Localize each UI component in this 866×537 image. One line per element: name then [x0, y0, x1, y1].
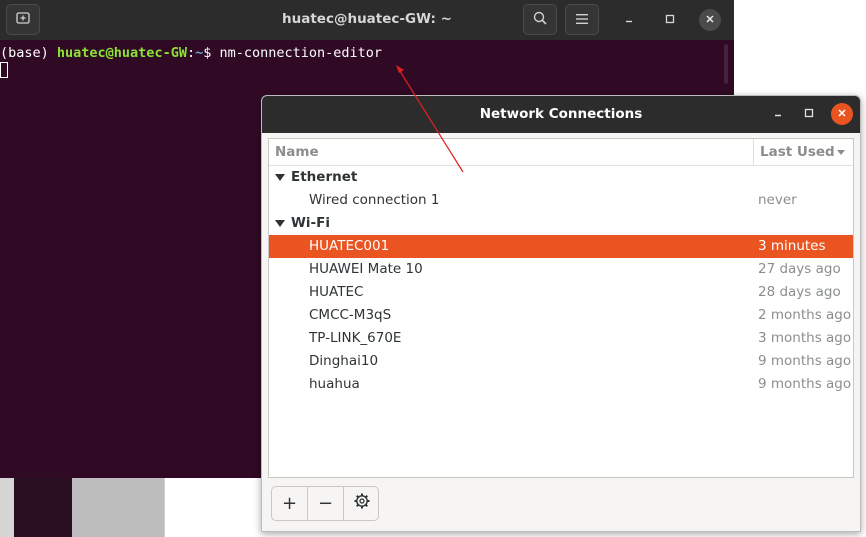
group-label: Wi-Fi — [291, 215, 330, 231]
prompt-symbol: $ — [203, 45, 220, 61]
list-item[interactable]: HUATEC 28 days ago — [269, 281, 853, 304]
background-strip — [14, 478, 72, 537]
minus-icon: − — [317, 493, 334, 514]
expander-open-icon[interactable] — [275, 174, 285, 181]
connection-name: CMCC-M3qS — [309, 307, 392, 323]
background-strip — [0, 478, 14, 537]
menu-button[interactable] — [565, 4, 599, 35]
prompt-env: (base) — [0, 45, 57, 61]
terminal-maximize-button[interactable] — [659, 9, 681, 31]
connections-list[interactable]: Name Last Used Ethernet Wired connection… — [268, 138, 854, 478]
connection-last-used: never — [758, 192, 797, 208]
connection-name: HUATEC001 — [309, 238, 390, 254]
prompt-separator: : — [186, 45, 196, 61]
maximize-icon — [804, 107, 814, 121]
edit-connection-button[interactable] — [344, 487, 378, 520]
sort-descending-icon — [837, 150, 845, 155]
connection-name: Dinghai10 — [309, 353, 379, 369]
plus-icon: + — [281, 493, 298, 514]
connections-toolbar: + − — [271, 486, 379, 521]
list-item[interactable]: Dinghai10 9 months ago — [269, 350, 853, 373]
terminal-minimize-button[interactable] — [618, 9, 640, 31]
close-icon — [837, 107, 847, 121]
search-button[interactable] — [523, 4, 557, 35]
background-strip — [72, 478, 164, 537]
terminal-titlebar[interactable]: huatec@huatec-GW: ~ — [0, 0, 734, 40]
remove-connection-button[interactable]: − — [308, 487, 343, 520]
dialog-maximize-button[interactable] — [798, 103, 820, 125]
connection-last-used: 28 days ago — [758, 284, 841, 300]
prompt-path: ~ — [195, 45, 204, 61]
list-header: Name Last Used — [269, 139, 853, 166]
group-row-wifi[interactable]: Wi-Fi — [269, 212, 853, 235]
terminal-close-button[interactable] — [699, 9, 721, 31]
column-header-name[interactable]: Name — [275, 144, 319, 160]
connection-name: HUATEC — [309, 284, 364, 300]
search-icon — [532, 10, 548, 30]
column-header-last-used[interactable]: Last Used — [760, 144, 835, 160]
connection-last-used: 9 months ago — [758, 353, 852, 369]
gear-icon — [353, 492, 371, 515]
connection-name: TP-LINK_670E — [309, 330, 402, 346]
background-divider — [164, 478, 165, 537]
dialog-minimize-button[interactable] — [767, 103, 789, 125]
column-separator — [753, 139, 754, 165]
expander-open-icon[interactable] — [275, 220, 285, 227]
hamburger-menu-icon — [575, 10, 589, 29]
terminal-scrollbar[interactable] — [724, 44, 728, 84]
dialog-close-button[interactable] — [831, 103, 853, 125]
connection-name: Wired connection 1 — [309, 192, 440, 208]
list-item[interactable]: Wired connection 1 never — [269, 189, 853, 212]
connection-last-used: 9 months ago — [758, 376, 852, 392]
connection-last-used: 2 months ago — [758, 307, 852, 323]
dialog-titlebar[interactable]: Network Connections — [262, 96, 860, 133]
maximize-icon — [665, 13, 675, 27]
prompt-user: huatec@huatec-GW — [56, 45, 187, 61]
connection-last-used: 3 months ago — [758, 330, 852, 346]
list-item[interactable]: huahua 9 months ago — [269, 373, 853, 396]
minimize-icon — [624, 13, 634, 27]
connection-last-used: 27 days ago — [758, 261, 841, 277]
network-connections-dialog[interactable]: Network Connections Name Last Used Ether… — [261, 95, 861, 532]
group-label: Ethernet — [291, 169, 358, 185]
add-connection-button[interactable]: + — [272, 487, 307, 520]
list-item[interactable]: CMCC-M3qS 2 months ago — [269, 304, 853, 327]
close-icon — [705, 13, 715, 27]
terminal-cursor — [0, 62, 8, 78]
connection-name: huahua — [309, 376, 360, 392]
list-item[interactable]: HUAWEI Mate 10 27 days ago — [269, 258, 853, 281]
minimize-icon — [773, 107, 783, 121]
terminal-command: nm-connection-editor — [219, 45, 383, 61]
list-item-selected[interactable]: HUATEC001 3 minutes ago — [269, 235, 853, 270]
terminal-output[interactable]: (base) huatec@huatec-GW:~$ nm-connection… — [0, 44, 382, 80]
list-item[interactable]: TP-LINK_670E 3 months ago — [269, 327, 853, 350]
connection-name: HUAWEI Mate 10 — [309, 261, 423, 277]
group-row-ethernet[interactable]: Ethernet — [269, 166, 853, 189]
